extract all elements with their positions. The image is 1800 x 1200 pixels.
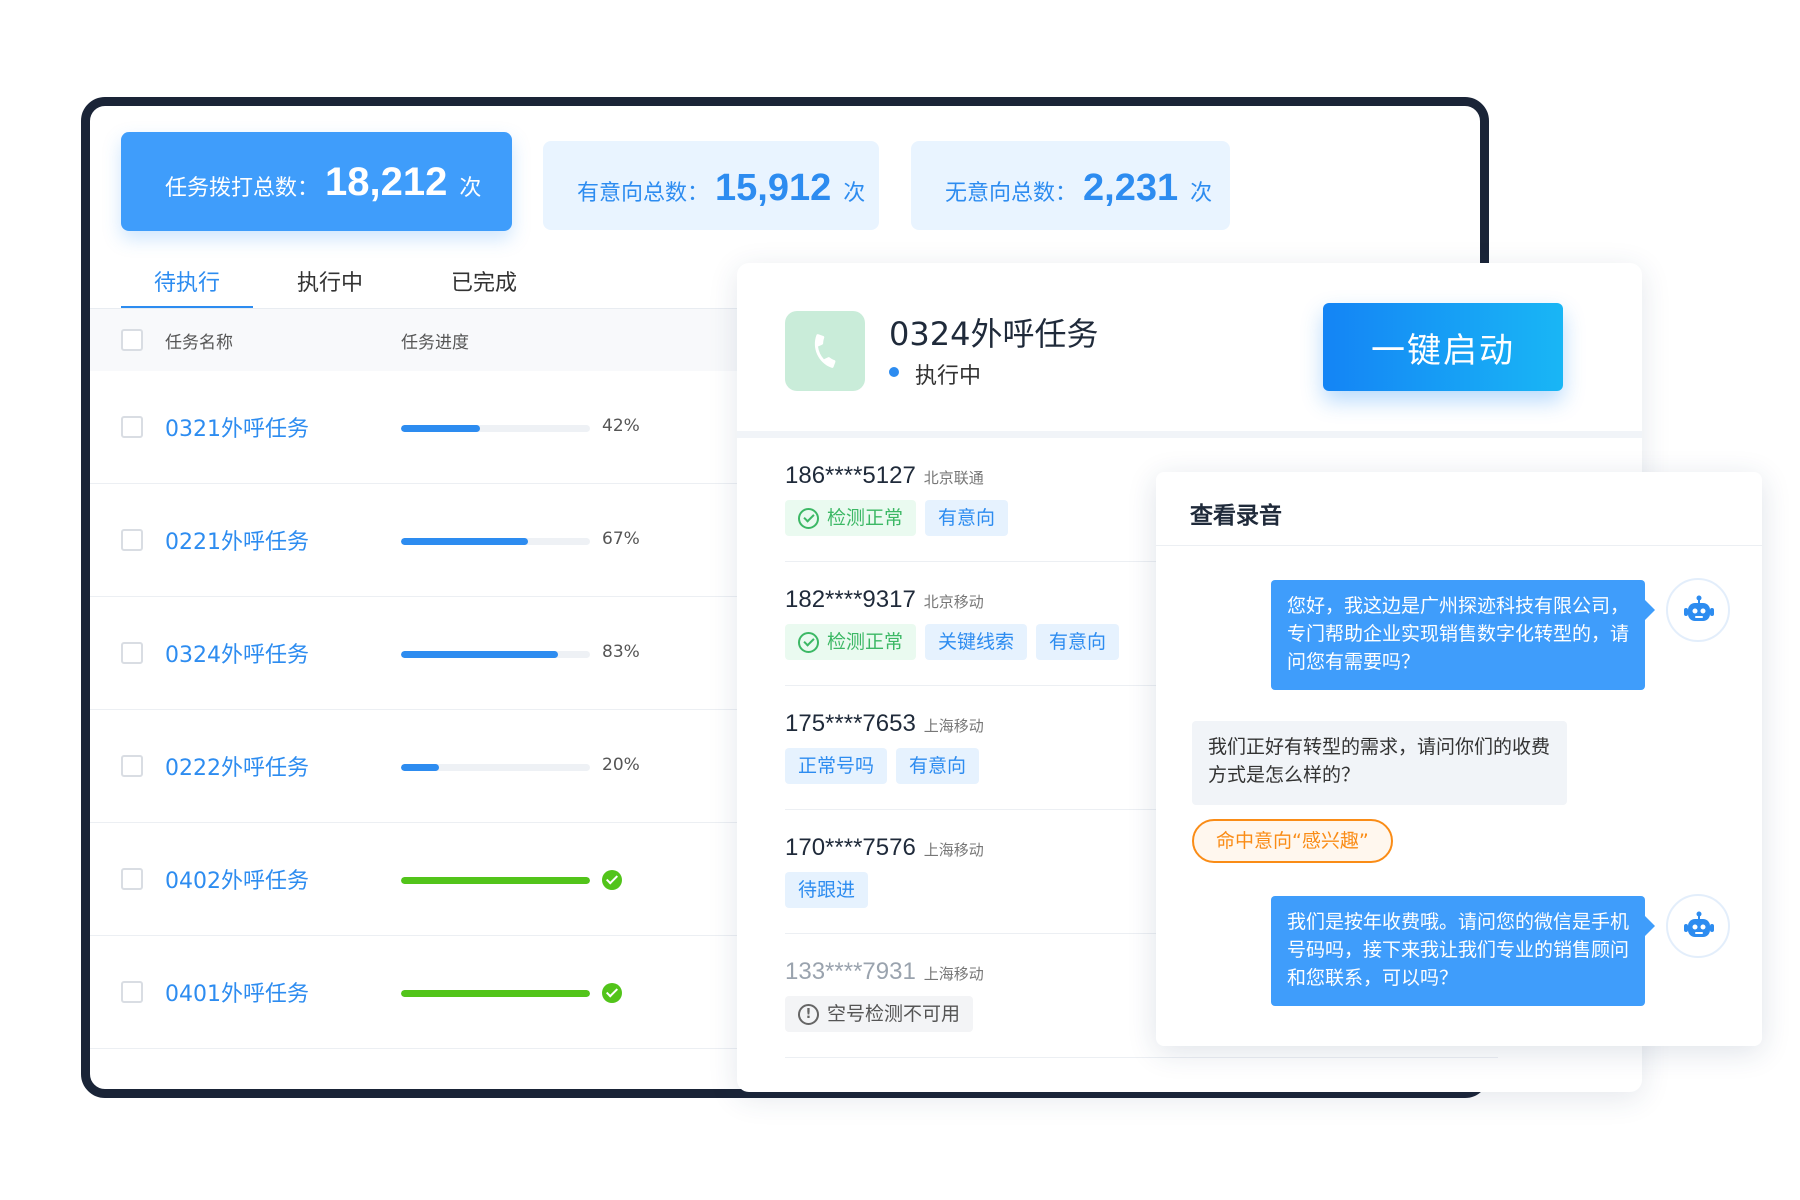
row-checkbox[interactable] <box>121 981 143 1003</box>
carrier-label: 北京联通 <box>923 469 984 487</box>
task-name-link[interactable]: 0402外呼任务 <box>165 863 309 895</box>
tag-check-ok: 检测正常 <box>785 624 917 660</box>
stat-value: 18,212 <box>325 160 448 204</box>
column-header-name: 任务名称 <box>165 333 233 353</box>
phone-number: 186****5127 <box>785 462 916 489</box>
phone-number: 175****7653 <box>785 710 916 737</box>
progress-bar <box>401 538 590 545</box>
progress-fill <box>401 764 439 771</box>
recording-panel: 查看录音 您好，我这边是广州探迹科技有限公司，专门帮助企业实现销售数字化转型的，… <box>1156 472 1762 1046</box>
carrier-label: 北京移动 <box>923 593 984 611</box>
progress-bar <box>401 764 590 771</box>
detail-task-title: 0324外呼任务 <box>889 315 1099 353</box>
progress-bar <box>401 651 590 658</box>
tab-running[interactable]: 执行中 <box>253 261 407 309</box>
carrier-label: 上海移动 <box>923 841 984 859</box>
stat-unit: 次 <box>459 176 482 201</box>
phone-icon <box>785 311 865 391</box>
progress-fill <box>401 990 590 997</box>
row-checkbox[interactable] <box>121 755 143 777</box>
stat-intent-total: 有意向总数： 15,912 次 <box>543 141 879 230</box>
check-circle-icon <box>798 631 819 653</box>
stat-no-intent-total: 无意向总数： 2,231 次 <box>911 141 1230 230</box>
progress-percent: 67% <box>602 529 640 549</box>
stat-value: 2,231 <box>1083 167 1179 209</box>
tag-text: 检测正常 <box>827 507 904 529</box>
intent-hit-tag: 命中意向“感兴趣” <box>1192 819 1393 863</box>
detail-divider <box>737 431 1642 438</box>
phone-number: 170****7576 <box>785 834 916 861</box>
progress-bar <box>401 425 590 432</box>
tag-text: 检测正常 <box>827 631 904 653</box>
bot-message: 您好，我这边是广州探迹科技有限公司，专门帮助企业实现销售数字化转型的，请问您有需… <box>1271 580 1655 690</box>
tab-completed[interactable]: 已完成 <box>407 261 561 309</box>
tag-intent: 有意向 <box>925 500 1009 536</box>
task-status-tabs: 待执行 执行中 已完成 <box>121 261 561 309</box>
carrier-label: 上海移动 <box>923 717 984 735</box>
stat-label: 无意向总数： <box>945 181 1078 206</box>
tag-intent: 有意向 <box>896 748 980 784</box>
carrier-label: 上海移动 <box>923 965 984 983</box>
progress-percent: 42% <box>602 416 640 436</box>
select-all-checkbox[interactable] <box>121 329 143 351</box>
tag-empty-check-unavailable: ! 空号检测不可用 <box>785 996 974 1032</box>
info-circle-icon: ! <box>798 1003 819 1025</box>
phone-number: 182****9317 <box>785 586 916 613</box>
task-name-link[interactable]: 0401外呼任务 <box>165 976 309 1008</box>
stat-value: 15,912 <box>715 167 832 209</box>
task-name-link[interactable]: 0221外呼任务 <box>165 524 309 556</box>
tag-valid-number: 正常号吗 <box>785 748 888 784</box>
stat-label: 有意向总数： <box>577 181 710 206</box>
completed-check-icon <box>602 870 622 890</box>
stat-unit: 次 <box>1190 181 1213 206</box>
recording-divider <box>1156 545 1762 546</box>
tag-key-lead: 关键线索 <box>925 624 1028 660</box>
phone-number: 133****7931 <box>785 958 916 985</box>
bot-message: 我们是按年收费哦。请问您的微信是手机号码吗，接下来我让我们专业的销售顾问和您联系… <box>1271 896 1655 1006</box>
progress-fill <box>401 877 590 884</box>
progress-fill <box>401 538 528 545</box>
progress-percent: 20% <box>602 755 640 775</box>
task-name-link[interactable]: 0222外呼任务 <box>165 750 309 782</box>
progress-bar <box>401 990 590 997</box>
tag-follow-up: 待跟进 <box>785 872 869 908</box>
row-checkbox[interactable] <box>121 416 143 438</box>
user-message: 我们正好有转型的需求，请问你们的收费方式是怎么样的？ <box>1192 721 1567 805</box>
check-circle-icon <box>798 507 819 529</box>
tag-text: 空号检测不可用 <box>827 1003 961 1025</box>
task-name-link[interactable]: 0324外呼任务 <box>165 637 309 669</box>
column-header-progress: 任务进度 <box>401 333 469 353</box>
progress-fill <box>401 651 558 658</box>
row-checkbox[interactable] <box>121 868 143 890</box>
row-checkbox[interactable] <box>121 529 143 551</box>
detail-status-badge: 执行中 <box>889 358 981 390</box>
row-checkbox[interactable] <box>121 642 143 664</box>
stat-total-calls: 任务拨打总数： 18,212 次 <box>121 132 512 231</box>
robot-avatar-icon <box>1666 894 1730 958</box>
progress-percent: 83% <box>602 642 640 662</box>
completed-check-icon <box>602 983 622 1003</box>
progress-fill <box>401 425 481 432</box>
tag-intent: 有意向 <box>1036 624 1120 660</box>
progress-bar <box>401 877 590 884</box>
tag-check-ok: 检测正常 <box>785 500 917 536</box>
stat-unit: 次 <box>843 181 866 206</box>
recording-title: 查看录音 <box>1190 503 1282 529</box>
tab-pending[interactable]: 待执行 <box>121 261 253 309</box>
robot-avatar-icon <box>1666 578 1730 642</box>
one-click-start-button[interactable]: 一键启动 <box>1323 303 1563 391</box>
stat-label: 任务拨打总数： <box>165 176 320 201</box>
task-name-link[interactable]: 0321外呼任务 <box>165 411 309 443</box>
